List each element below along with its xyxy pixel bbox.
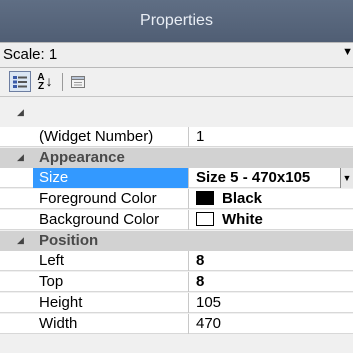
property-name: Size [33,168,189,188]
collapse-icon[interactable]: ◢ [17,152,24,163]
property-name: (Widget Number) [33,127,189,147]
property-value[interactable]: 470 [190,314,353,334]
property-name: Foreground Color [33,189,189,209]
property-name: Width [33,314,189,334]
property-value[interactable]: 8 [190,272,353,292]
color-name: White [222,211,263,228]
property-name: Top [33,272,189,292]
panel-title-bar: Properties [0,0,353,42]
chevron-down-icon[interactable]: ▼ [342,46,353,58]
misc-category-row[interactable]: ◢ [0,97,353,127]
collapse-icon[interactable]: ◢ [17,235,24,246]
panel-title: Properties [140,12,213,29]
property-pages-button[interactable] [67,71,89,92]
property-row-background-color[interactable]: Background Color White [0,210,353,230]
property-row-top[interactable]: Top 8 [0,272,353,292]
property-value[interactable]: 8 [190,251,353,271]
property-grid: ◢ (Widget Number) 1 ◢ Appearance Size Si… [0,97,353,353]
category-label: Appearance [39,149,125,166]
property-row-width[interactable]: Width 470 [0,314,353,334]
property-name: Background Color [33,210,189,230]
property-row-widget-number[interactable]: (Widget Number) 1 [0,127,353,147]
property-row-size[interactable]: Size Size 5 - 470x105 ▼ [0,168,353,188]
property-value[interactable]: White [190,210,353,230]
property-name: Height [33,293,189,313]
color-swatch [196,191,214,205]
property-pages-icon [71,75,85,88]
property-row-left[interactable]: Left 8 [0,251,353,271]
object-selector-value: Scale: 1 [3,46,58,63]
property-value[interactable]: 105 [190,293,353,313]
color-swatch [196,212,214,226]
property-value[interactable]: Black [190,189,353,209]
chevron-down-icon[interactable]: ▼ [340,168,353,188]
color-name: Black [222,190,263,207]
property-row-height[interactable]: Height 105 [0,293,353,313]
property-name: Left [33,251,189,271]
alphabetical-button[interactable]: A Z ↓ [33,71,57,92]
categorized-icon [13,75,27,88]
collapse-icon[interactable]: ◢ [17,107,24,118]
sort-az-icon: A Z ↓ [37,71,53,92]
property-row-foreground-color[interactable]: Foreground Color Black [0,189,353,209]
sort-az-glyph-bottom: Z [37,80,45,92]
property-value-dropdown[interactable]: Size 5 - 470x105 ▼ [190,168,353,188]
property-value: Size 5 - 470x105 [196,169,311,186]
object-selector[interactable]: Scale: 1 ▼ [0,42,353,68]
category-row-position[interactable]: ◢ Position [0,231,353,251]
category-label: Position [39,232,99,249]
categorized-button[interactable] [9,71,31,92]
properties-toolbar: A Z ↓ [0,68,353,97]
toolbar-separator [62,73,63,91]
category-row-appearance[interactable]: ◢ Appearance [0,148,353,168]
property-value[interactable]: 1 [190,127,353,147]
